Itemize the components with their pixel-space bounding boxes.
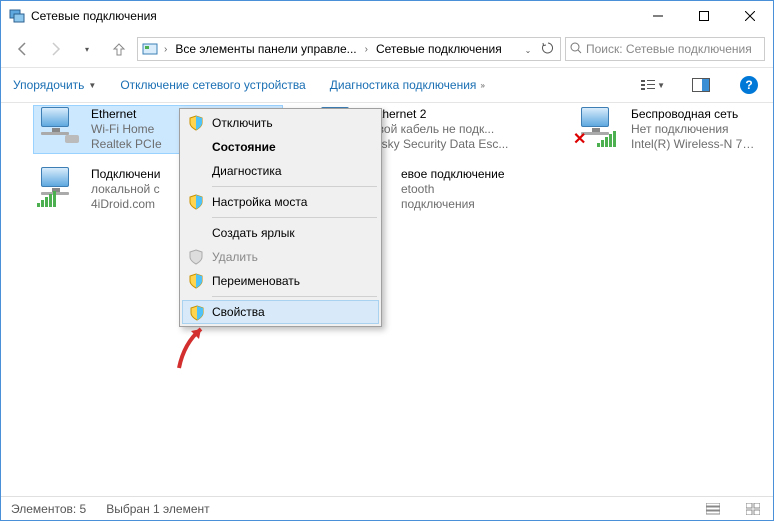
address-dropdown[interactable]: ⌄ [518, 42, 538, 56]
control-panel-icon [142, 41, 158, 57]
address-bar-row: ▾ › Все элементы панели управле... › Сет… [1, 31, 773, 67]
network-adapter-icon [35, 107, 83, 147]
breadcrumb-separator[interactable]: › [361, 44, 372, 55]
help-button[interactable]: ? [737, 73, 761, 97]
menu-separator [212, 296, 377, 297]
large-icons-view-button[interactable] [743, 501, 763, 517]
refresh-button[interactable] [538, 41, 558, 58]
command-bar: Упорядочить ▼ Отключение сетевого устрой… [1, 67, 773, 103]
up-button[interactable] [105, 35, 133, 63]
menu-disable[interactable]: Отключить [182, 111, 379, 135]
menu-rename[interactable]: Переименовать [182, 269, 379, 293]
preview-pane-button[interactable] [689, 73, 713, 97]
connection-name: Ethernet [91, 107, 162, 122]
signal-bars-icon [37, 191, 56, 207]
signal-bars-icon [597, 131, 616, 147]
app-icon [9, 8, 25, 24]
breadcrumb-separator[interactable]: › [160, 44, 171, 55]
uac-shield-icon [188, 115, 204, 131]
menu-properties[interactable]: Свойства [182, 300, 379, 324]
uac-shield-icon [188, 249, 204, 265]
connection-wireless[interactable]: ✕ Беспроводная сеть Нет подключения Inte… [573, 105, 763, 154]
breadcrumb-control-panel[interactable]: Все элементы панели управле... [171, 42, 360, 56]
minimize-button[interactable] [635, 1, 681, 31]
connection-device: ersky Security Data Esc... [371, 137, 508, 152]
title-bar: Сетевые подключения [1, 1, 773, 31]
connection-status: etooth [401, 182, 505, 197]
connection-name: Беспроводная сеть [631, 107, 761, 122]
menu-diagnose[interactable]: Диагностика [182, 159, 379, 183]
status-bar: Элементов: 5 Выбран 1 элемент [1, 496, 773, 520]
connection-device: 4iDroid.com [91, 197, 160, 212]
diagnose-button[interactable]: Диагностика подключения » [330, 78, 485, 92]
menu-delete: Удалить [182, 245, 379, 269]
back-button[interactable] [9, 35, 37, 63]
connections-pane: Ethernet Wi-Fi Home Realtek PCIe ✕ Ether… [1, 103, 773, 497]
view-options-button[interactable]: ▼ [641, 73, 665, 97]
search-box[interactable]: Поиск: Сетевые подключения [565, 37, 765, 61]
forward-button[interactable] [41, 35, 69, 63]
disconnected-x-icon: ✕ [573, 129, 586, 149]
connection-name: Подключени [91, 167, 160, 182]
context-menu: Отключить Состояние Диагностика Настройк… [179, 108, 382, 327]
connection-local[interactable]: Подключени локальной с 4iDroid.com [33, 165, 181, 214]
connection-device: Intel(R) Wireless-N 7260 [631, 137, 761, 152]
close-button[interactable] [727, 1, 773, 31]
search-icon [570, 42, 582, 57]
breadcrumb-network-connections[interactable]: Сетевые подключения [372, 42, 506, 56]
disable-device-button[interactable]: Отключение сетевого устройства [120, 78, 305, 92]
network-adapter-icon: ✕ [575, 107, 623, 147]
maximize-button[interactable] [681, 1, 727, 31]
connection-name: Ethernet 2 [371, 107, 508, 122]
uac-shield-icon [188, 273, 204, 289]
menu-create-shortcut[interactable]: Создать ярлык [182, 221, 379, 245]
details-view-button[interactable] [703, 501, 723, 517]
connection-status: локальной с [91, 182, 160, 197]
organize-button[interactable]: Упорядочить ▼ [13, 78, 96, 92]
search-placeholder: Поиск: Сетевые подключения [586, 42, 760, 56]
status-selection: Выбран 1 элемент [106, 502, 209, 516]
window-title: Сетевые подключения [31, 9, 635, 23]
uac-shield-icon [189, 305, 205, 321]
menu-bridge[interactable]: Настройка моста [182, 190, 379, 214]
connection-device: подключения [401, 197, 505, 212]
recent-locations-button[interactable]: ▾ [73, 35, 101, 63]
menu-status[interactable]: Состояние [182, 135, 379, 159]
connection-status: Нет подключения [631, 122, 761, 137]
connection-status: Wi-Fi Home [91, 122, 162, 137]
status-item-count: Элементов: 5 [11, 502, 86, 516]
address-bar[interactable]: › Все элементы панели управле... › Сетев… [137, 37, 561, 61]
connection-device: Realtek PCIe [91, 137, 162, 152]
connection-status: евой кабель не подк... [371, 122, 508, 137]
menu-separator [212, 186, 377, 187]
uac-shield-icon [188, 194, 204, 210]
network-adapter-icon [35, 167, 83, 207]
connection-name: евое подключение [401, 167, 505, 182]
menu-separator [212, 217, 377, 218]
